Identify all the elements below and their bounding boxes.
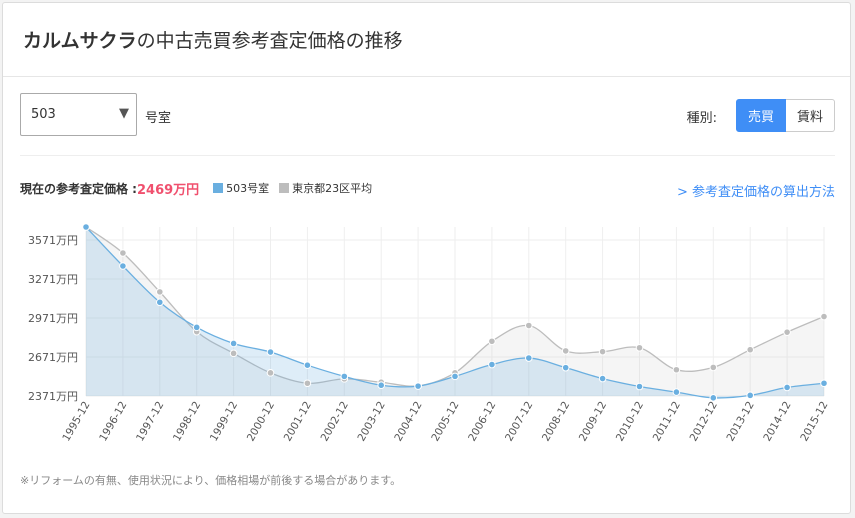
legend-swatch-room — [213, 183, 224, 193]
data-point — [340, 372, 349, 381]
x-tick-label: 1996-12 — [97, 400, 129, 444]
y-tick-label: 2671万円 — [28, 351, 78, 364]
data-point — [561, 363, 570, 372]
data-point — [709, 394, 718, 402]
data-point — [635, 382, 644, 391]
x-tick-label: 2001-12 — [282, 400, 314, 444]
x-tick-label: 1997-12 — [134, 400, 166, 444]
data-point — [783, 383, 791, 392]
data-point — [303, 361, 312, 369]
x-tick-label: 2014-12 — [761, 400, 793, 444]
room-select[interactable]: 503 ▼ — [20, 93, 137, 136]
kind-button-sale[interactable]: 売買 — [735, 99, 786, 132]
data-point — [525, 321, 533, 330]
method-link[interactable]: > 参考査定価格の算出方法 — [677, 181, 835, 200]
data-point — [783, 328, 791, 336]
data-point — [488, 360, 496, 369]
y-tick-label: 3271万円 — [28, 273, 78, 286]
y-tick-label: 2371万円 — [28, 390, 78, 403]
data-point — [451, 372, 459, 381]
x-tick-label: 2006-12 — [466, 400, 498, 444]
legend-swatch-avg — [279, 183, 290, 193]
data-point — [119, 262, 127, 270]
kind-toggle: 売買 賃料 — [735, 99, 835, 132]
x-tick-label: 2003-12 — [355, 400, 387, 444]
x-tick-label: 1999-12 — [208, 400, 240, 444]
x-tick-label: 2004-12 — [392, 400, 424, 444]
data-point — [746, 391, 755, 400]
building-name: カルムサクラ — [23, 30, 137, 52]
data-point — [635, 343, 644, 352]
data-point — [229, 339, 238, 348]
data-point — [820, 379, 828, 388]
footnote: ※リフォームの有無、使用状況により、価格相場が前後する場合があります。 — [20, 474, 402, 487]
data-point — [561, 347, 570, 355]
data-point — [192, 323, 201, 332]
kind-label: 種別: — [686, 111, 717, 126]
page-title: カルムサクラ の中古売買参考査定価格の推移 — [3, 3, 850, 77]
data-point — [82, 223, 90, 231]
x-tick-label: 2012-12 — [688, 400, 720, 444]
x-tick-label: 2013-12 — [724, 400, 756, 444]
room-select-value: 503 — [31, 107, 56, 122]
data-point — [525, 354, 533, 362]
data-point — [598, 374, 607, 383]
legend-label-avg: 東京都23区平均 — [292, 182, 373, 195]
x-tick-label: 2007-12 — [503, 400, 535, 444]
dropdown-arrow-icon: ▼ — [119, 106, 129, 121]
data-point — [119, 249, 127, 257]
data-point — [709, 363, 718, 372]
data-point — [488, 337, 496, 346]
x-tick-label: 1995-12 — [60, 400, 92, 444]
x-tick-label: 2010-12 — [614, 400, 646, 444]
data-point — [672, 388, 681, 396]
data-point — [303, 379, 312, 388]
current-price-value: 2469万円 — [136, 182, 200, 198]
x-tick-label: 2005-12 — [429, 400, 461, 444]
x-tick-label: 2000-12 — [245, 400, 277, 444]
title-rest: の中古売買参考査定価格の推移 — [136, 30, 403, 52]
x-tick-label: 2015-12 — [798, 400, 830, 444]
controls: 503 ▼ 号室 種別: 売買 賃料 — [20, 93, 835, 139]
data-point — [156, 288, 164, 296]
x-tick-label: 2009-12 — [577, 400, 609, 444]
x-tick-label: 2002-12 — [319, 400, 351, 444]
divider — [20, 155, 835, 156]
data-point — [266, 369, 275, 377]
y-tick-label: 3571万円 — [28, 234, 78, 247]
legend-label-room: 503号室 — [226, 182, 270, 195]
legend-item-avg: 東京都23区平均 — [279, 180, 372, 196]
legend-item-room: 503号室 — [213, 180, 269, 196]
data-point — [820, 312, 828, 321]
x-tick-label: 2011-12 — [651, 400, 683, 444]
data-point — [156, 298, 164, 307]
data-point — [672, 365, 681, 374]
current-price-label: 現在の参考査定価格 : — [20, 181, 137, 196]
price-chart: 3571万円3271万円2971万円2671万円2371万円1995-12 199… — [28, 223, 831, 444]
data-point — [377, 381, 386, 390]
data-point — [598, 347, 607, 356]
x-tick-label: 2008-12 — [540, 400, 572, 444]
data-point — [414, 382, 422, 390]
data-point — [746, 345, 755, 354]
kind-button-rent[interactable]: 賃料 — [785, 99, 835, 132]
y-tick-label: 2971万円 — [28, 312, 78, 325]
room-suffix: 号室 — [145, 111, 172, 126]
legend-row: 現在の参考査定価格 : 2469万円 503号室 東京都23区平均 > 参考査定… — [20, 178, 835, 201]
x-tick-label: 1998-12 — [171, 400, 203, 444]
data-point — [266, 348, 275, 356]
data-point — [229, 349, 238, 358]
